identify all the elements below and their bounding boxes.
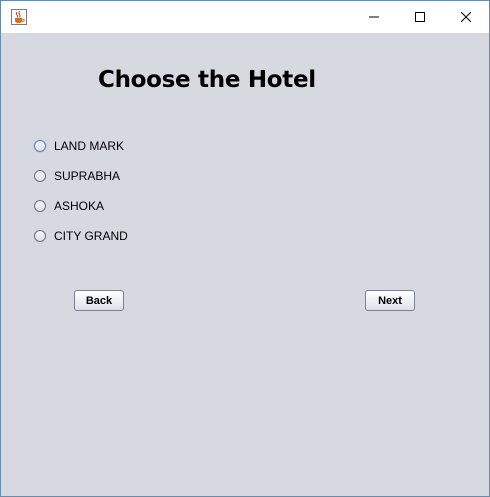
radio-option-ashoka[interactable]: ASHOKA: [34, 197, 104, 215]
app-window: Choose the Hotel LAND MARK SUPRABHA ASHO…: [0, 0, 490, 497]
radio-button[interactable]: [34, 200, 46, 212]
page-title: Choose the Hotel: [98, 67, 316, 93]
minimize-button[interactable]: [351, 1, 397, 33]
maximize-icon: [415, 12, 425, 22]
radio-button[interactable]: [34, 230, 46, 242]
radio-label: SUPRABHA: [54, 169, 121, 183]
close-button[interactable]: [443, 1, 489, 33]
next-button[interactable]: Next: [365, 290, 415, 311]
radio-label: ASHOKA: [54, 199, 105, 213]
radio-option-city-grand[interactable]: CITY GRAND: [34, 227, 128, 245]
content-panel: Choose the Hotel LAND MARK SUPRABHA ASHO…: [1, 33, 489, 496]
back-button[interactable]: Back: [74, 290, 124, 311]
radio-button[interactable]: [34, 170, 46, 182]
radio-option-suprabha[interactable]: SUPRABHA: [34, 167, 120, 185]
java-coffee-cup-icon: [11, 9, 27, 25]
radio-button[interactable]: [34, 140, 46, 152]
title-bar[interactable]: [1, 1, 489, 33]
radio-label: CITY GRAND: [54, 229, 128, 243]
radio-label: LAND MARK: [54, 139, 125, 153]
minimize-icon: [369, 12, 379, 22]
maximize-button[interactable]: [397, 1, 443, 33]
close-icon: [461, 12, 471, 22]
radio-option-land-mark[interactable]: LAND MARK: [34, 137, 124, 155]
